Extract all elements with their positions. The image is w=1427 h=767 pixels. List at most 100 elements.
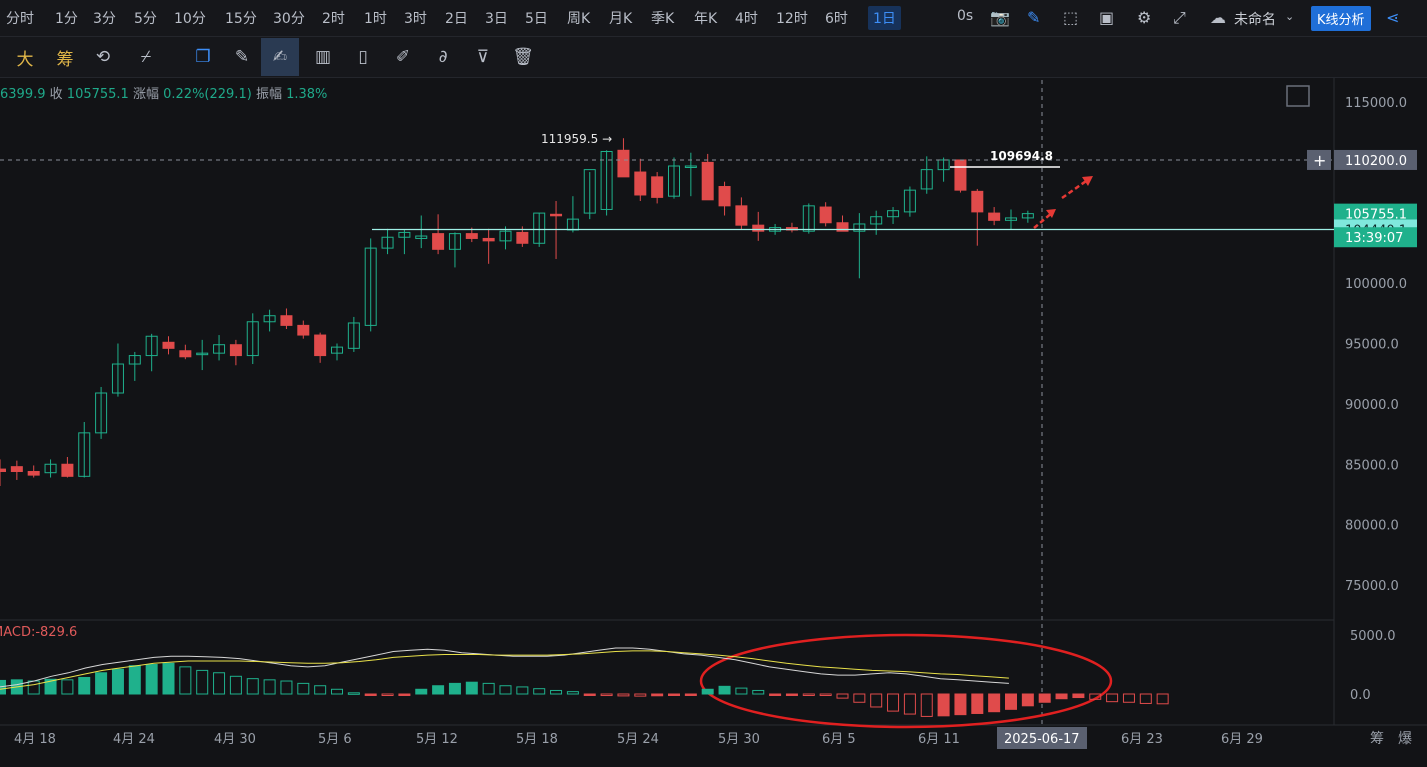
period-16[interactable]: 年K bbox=[694, 8, 717, 28]
period-8[interactable]: 1时 bbox=[364, 8, 387, 28]
kline-analysis-button[interactable]: K线分析 bbox=[1311, 6, 1371, 31]
period-1[interactable]: 1分 bbox=[55, 8, 78, 28]
period-6[interactable]: 30分 bbox=[273, 8, 305, 28]
candle-body bbox=[735, 205, 748, 226]
expand-pane-icon bbox=[1286, 85, 1310, 107]
macd-bar bbox=[566, 691, 579, 695]
settings-gear-icon[interactable]: ⚙ bbox=[1137, 8, 1151, 27]
macd-bar bbox=[752, 689, 765, 695]
macd-bar bbox=[937, 693, 950, 717]
macd-bar bbox=[853, 693, 866, 703]
ruler-tool-icon[interactable]: ✎ bbox=[229, 44, 255, 70]
price-tag-label: 13:39:07 bbox=[1345, 231, 1403, 246]
candle-body bbox=[887, 210, 900, 218]
candle-body bbox=[819, 206, 832, 224]
chip-label: 筹 bbox=[1370, 730, 1384, 747]
change-value: 0.22%(229.1) bbox=[163, 87, 252, 102]
period-12[interactable]: 5日 bbox=[525, 8, 548, 28]
high-label: 111959.5 → bbox=[541, 132, 612, 146]
candle-body bbox=[870, 216, 883, 225]
candle-body bbox=[162, 341, 175, 349]
period-15[interactable]: 季K bbox=[651, 8, 674, 28]
macd-bar bbox=[718, 685, 731, 695]
candle-body bbox=[988, 212, 1001, 221]
macd-bar bbox=[314, 685, 327, 695]
candle-body bbox=[903, 189, 916, 213]
period-3[interactable]: 5分 bbox=[134, 8, 157, 28]
copy-tool-icon[interactable]: ❐ bbox=[190, 44, 216, 70]
candle-body bbox=[920, 169, 933, 190]
candle-body bbox=[785, 227, 798, 231]
period-7[interactable]: 2时 bbox=[322, 8, 345, 28]
candle-body bbox=[432, 233, 445, 250]
candle-body bbox=[482, 237, 495, 242]
candle-body bbox=[314, 334, 327, 357]
crosshair-tool-icon[interactable]: ⌿ bbox=[133, 44, 159, 70]
filter-tool-icon[interactable]: ⊽ bbox=[470, 44, 496, 70]
period-5[interactable]: 15分 bbox=[225, 8, 257, 28]
magnet-tool-icon[interactable]: ∂ bbox=[430, 44, 456, 70]
period-10[interactable]: 2日 bbox=[445, 8, 468, 28]
period-18[interactable]: 12时 bbox=[776, 8, 808, 28]
macd-bar bbox=[516, 686, 529, 695]
candle-body bbox=[78, 432, 91, 477]
crosshair-date-label: 2025-06-17 bbox=[1004, 732, 1080, 747]
highlight-ellipse bbox=[699, 633, 1113, 729]
change-label: 涨幅 bbox=[132, 87, 159, 102]
cloud-icon[interactable]: ☁ bbox=[1210, 8, 1226, 27]
macd-bar bbox=[482, 682, 495, 695]
candle-body bbox=[718, 186, 731, 207]
candle-body bbox=[1021, 213, 1034, 219]
period-bar: 分时 1分 3分 5分 10分 15分 30分 2时 1时 3时 2日 3日 5日 周K 月K 季K 年K 4时 1… bbox=[0, 0, 1427, 37]
period-17[interactable]: 4时 bbox=[735, 8, 758, 28]
draw-line-tool-icon[interactable]: ✍ bbox=[261, 38, 299, 76]
macd-bar bbox=[229, 675, 242, 695]
period-14[interactable]: 月K bbox=[609, 8, 632, 28]
period-9[interactable]: 3时 bbox=[404, 8, 427, 28]
layout-icon[interactable]: ⬚ bbox=[1063, 8, 1078, 27]
candle-body bbox=[179, 350, 192, 358]
period-4[interactable]: 10分 bbox=[174, 8, 206, 28]
macd-bar bbox=[465, 681, 478, 695]
delete-tool-icon[interactable]: 🗑 bbox=[510, 44, 536, 70]
candle-body bbox=[634, 171, 647, 196]
price-chart: 109694.8 111959.5 → 115000.0 110000.0 10500… bbox=[0, 78, 1427, 749]
indicator-icon[interactable]: ▣ bbox=[1099, 8, 1114, 27]
plus-icon: + bbox=[1313, 151, 1326, 170]
candles-tool-icon[interactable]: ▥ bbox=[310, 44, 336, 70]
layout-name-select[interactable]: 未命名 bbox=[1234, 9, 1276, 29]
period-19[interactable]: 6时 bbox=[825, 8, 848, 28]
macd-bar bbox=[802, 693, 815, 696]
notes-tool-icon[interactable]: ✐ bbox=[390, 44, 416, 70]
period-20[interactable]: 1日 bbox=[868, 6, 901, 30]
macd-bar bbox=[1106, 693, 1119, 703]
amplitude-label: 振幅 bbox=[255, 87, 282, 102]
candle-body bbox=[0, 468, 6, 472]
candle-body bbox=[347, 322, 360, 349]
time-tick-label: 5月 6 bbox=[318, 732, 352, 747]
chip-tool-icon[interactable]: 筹 bbox=[52, 44, 78, 70]
chevron-down-icon[interactable]: ⌄ bbox=[1285, 10, 1294, 23]
macd-bar bbox=[432, 685, 445, 695]
candle-body bbox=[297, 324, 310, 336]
time-tick-label: 5月 12 bbox=[416, 732, 458, 747]
arrow-1 bbox=[1033, 211, 1054, 229]
macd-bar bbox=[364, 693, 377, 696]
position-tool-icon[interactable]: ▯ bbox=[350, 44, 376, 70]
fullscreen-icon[interactable]: ⤢ bbox=[1173, 8, 1186, 28]
candle-body bbox=[684, 165, 697, 168]
macd-bar bbox=[617, 693, 630, 697]
pencil-icon[interactable]: ✎ bbox=[1027, 8, 1040, 27]
big-font-tool-icon[interactable]: 大 bbox=[12, 44, 38, 70]
macd-bar bbox=[128, 665, 141, 695]
camera-icon[interactable]: 📷 bbox=[990, 8, 1010, 27]
period-0[interactable]: 分时 bbox=[6, 8, 34, 28]
period-13[interactable]: 周K bbox=[567, 8, 590, 28]
macd-bar bbox=[533, 688, 546, 695]
candle-body bbox=[651, 176, 664, 198]
period-2[interactable]: 3分 bbox=[93, 8, 116, 28]
candle-body bbox=[533, 212, 546, 244]
refresh-tool-icon[interactable]: ⟲ bbox=[90, 44, 116, 70]
period-11[interactable]: 3日 bbox=[485, 8, 508, 28]
share-icon[interactable]: ⋖ bbox=[1386, 8, 1399, 27]
